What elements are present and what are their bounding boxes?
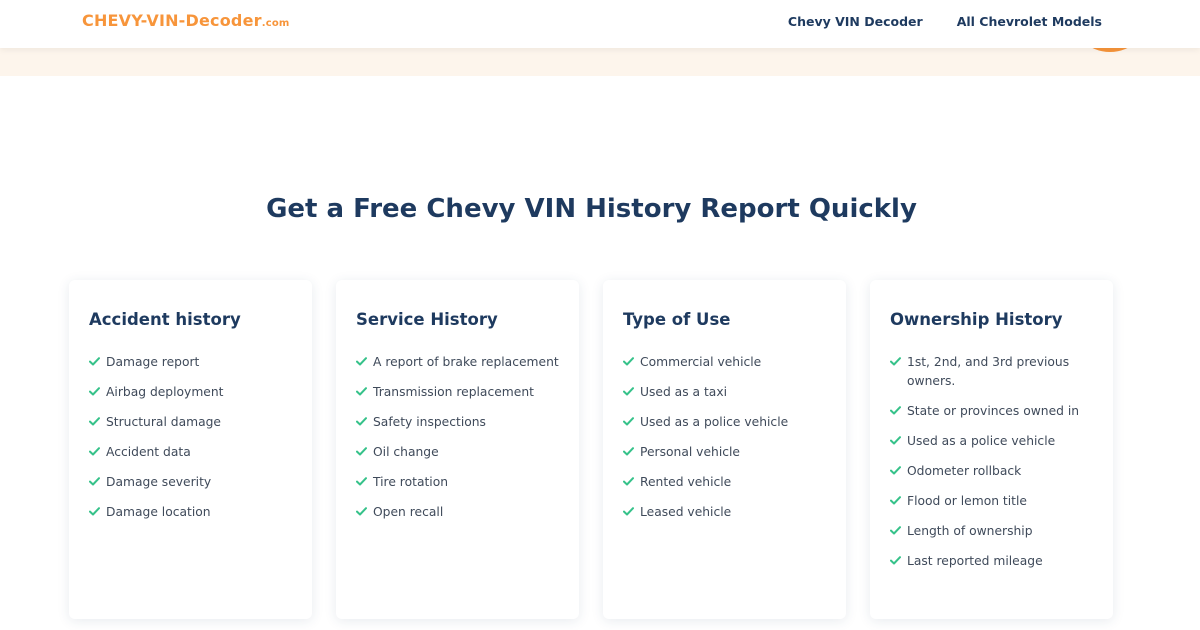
card-title: Type of Use [623, 310, 731, 329]
site-header: CHEVY-VIN-Decoder.com Chevy VIN Decoder … [0, 0, 1200, 48]
nav-link-all-chevrolet-models[interactable]: All Chevrolet Models [957, 14, 1102, 29]
nav-link-chevy-vin-decoder[interactable]: Chevy VIN Decoder [788, 14, 923, 29]
list-item-text: State or provinces owned in [907, 404, 1080, 418]
list-item: Leased vehicle [623, 505, 826, 522]
list-item: Used as a police vehicle [890, 434, 1093, 451]
list-item-text: Damage report [106, 355, 200, 369]
list-item-text: Last reported mileage [907, 554, 1043, 568]
list-item: Oil change [356, 445, 559, 462]
check-icon [623, 507, 640, 516]
list-item-text: Used as a police vehicle [907, 434, 1056, 448]
list-item: Rented vehicle [623, 475, 826, 492]
list-item-text: Used as a taxi [640, 385, 728, 399]
check-icon [890, 556, 907, 565]
check-icon [89, 477, 106, 486]
check-icon [89, 447, 106, 456]
list-item-text: Flood or lemon title [907, 494, 1027, 508]
check-icon [623, 417, 640, 426]
check-icon [356, 477, 373, 486]
check-icon [89, 417, 106, 426]
check-icon [356, 387, 373, 396]
list-item: Damage location [89, 505, 292, 522]
list-item: Personal vehicle [623, 445, 826, 462]
check-icon [623, 387, 640, 396]
hero-strip [0, 48, 1200, 76]
list-item: 1st, 2nd, and 3rd previous owners. [890, 355, 1093, 391]
hero-accent-shape [1070, 48, 1150, 52]
logo-tld: .com [261, 18, 290, 29]
list-item-text: Airbag deployment [106, 385, 224, 399]
list-item: Used as a taxi [623, 385, 826, 402]
list-item-text: Damage severity [106, 475, 212, 489]
check-icon [623, 447, 640, 456]
check-icon [890, 406, 907, 415]
list-item-text: Transmission replacement [373, 385, 534, 399]
card-ownership-history: Ownership History 1st, 2nd, and 3rd previ… [870, 280, 1113, 619]
list-item: Odometer rollback [890, 464, 1093, 481]
list-item: Damage severity [89, 475, 292, 492]
list-item-text: Open recall [373, 505, 444, 519]
list-item-text: Commercial vehicle [640, 355, 762, 369]
card-list: A report of brake replacement Transmissio… [356, 355, 559, 522]
logo-main: CHEVY-VIN-Decoder [82, 11, 262, 30]
check-icon [890, 526, 907, 535]
list-item-text: Safety inspections [373, 415, 486, 429]
list-item: Airbag deployment [89, 385, 292, 402]
card-list: 1st, 2nd, and 3rd previous owners. State … [890, 355, 1093, 571]
list-item-text: Structural damage [106, 415, 221, 429]
card-title: Service History [356, 310, 498, 329]
list-item-text: Rented vehicle [640, 475, 732, 489]
list-item-text: Tire rotation [373, 475, 449, 489]
list-item-text: Oil change [373, 445, 439, 459]
card-list: Damage report Airbag deployment Structural… [89, 355, 292, 522]
check-icon [890, 357, 907, 366]
check-icon [623, 357, 640, 366]
list-item: Length of ownership [890, 524, 1093, 541]
card-title: Ownership History [890, 310, 1063, 329]
check-icon [356, 357, 373, 366]
list-item: Last reported mileage [890, 554, 1093, 571]
list-item-text: Leased vehicle [640, 505, 732, 519]
card-list: Commercial vehicle Used as a taxi Used as … [623, 355, 826, 522]
check-icon [356, 447, 373, 456]
main-nav: Chevy VIN Decoder All Chevrolet Models [788, 14, 1102, 29]
list-item: State or provinces owned in [890, 404, 1093, 421]
list-item-text: Accident data [106, 445, 191, 459]
check-icon [890, 496, 907, 505]
list-item-text: A report of brake replacement [373, 355, 559, 369]
list-item: Structural damage [89, 415, 292, 432]
list-item: Open recall [356, 505, 559, 522]
list-item: Tire rotation [356, 475, 559, 492]
check-icon [89, 357, 106, 366]
list-item-text: 1st, 2nd, and 3rd previous owners. [907, 355, 1070, 388]
list-item: Damage report [89, 355, 292, 372]
card-service-history: Service History A report of brake replace… [336, 280, 579, 619]
list-item-text: Odometer rollback [907, 464, 1022, 478]
check-icon [623, 477, 640, 486]
check-icon [89, 387, 106, 396]
section-title: Get a Free Chevy VIN History Report Quic… [266, 194, 917, 224]
card-type-of-use: Type of Use Commercial vehicle Used as a t… [603, 280, 846, 619]
list-item: A report of brake replacement [356, 355, 559, 372]
check-icon [890, 436, 907, 445]
check-icon [89, 507, 106, 516]
list-item: Transmission replacement [356, 385, 559, 402]
list-item: Safety inspections [356, 415, 559, 432]
feature-cards: Accident history Damage report Airbag depl… [69, 280, 1113, 619]
card-accident-history: Accident history Damage report Airbag depl… [69, 280, 312, 619]
site-logo[interactable]: CHEVY-VIN-Decoder.com [82, 11, 290, 30]
card-title: Accident history [89, 310, 241, 329]
list-item: Used as a police vehicle [623, 415, 826, 432]
list-item-text: Personal vehicle [640, 445, 740, 459]
check-icon [356, 507, 373, 516]
list-item-text: Length of ownership [907, 524, 1033, 538]
check-icon [890, 466, 907, 475]
list-item-text: Used as a police vehicle [640, 415, 789, 429]
check-icon [356, 417, 373, 426]
list-item: Accident data [89, 445, 292, 462]
list-item: Commercial vehicle [623, 355, 826, 372]
list-item-text: Damage location [106, 505, 211, 519]
list-item: Flood or lemon title [890, 494, 1093, 511]
